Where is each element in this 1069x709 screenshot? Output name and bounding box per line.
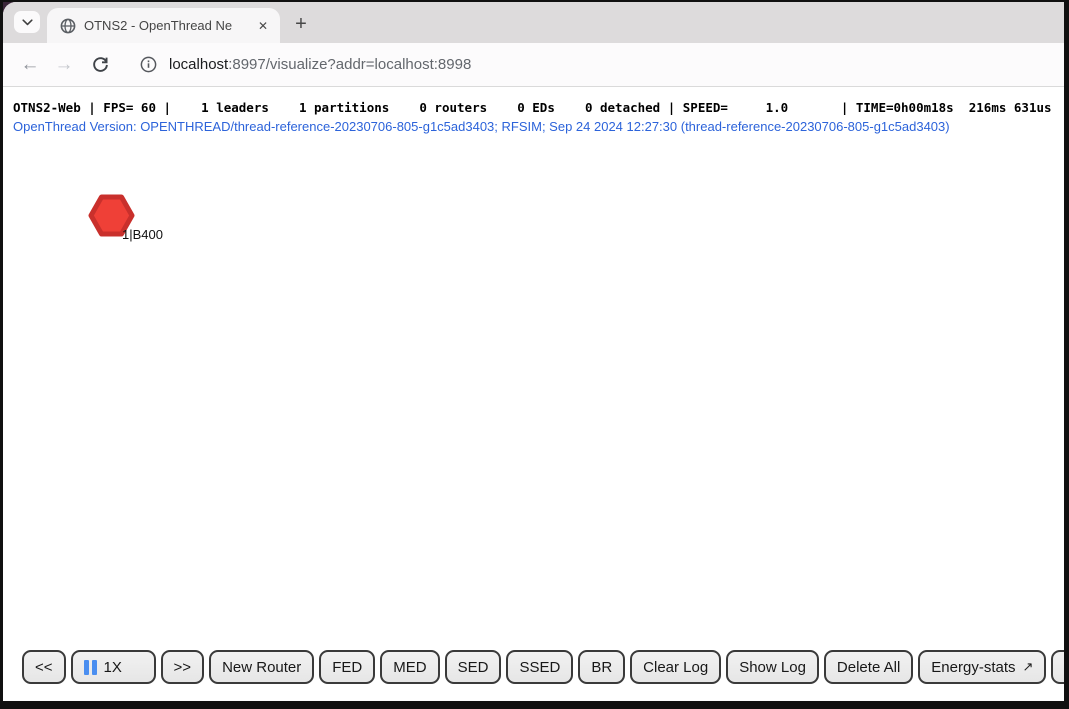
med-button[interactable]: MED bbox=[380, 650, 439, 684]
fed-button[interactable]: FED bbox=[319, 650, 375, 684]
openthread-version-line: OpenThread Version: OPENTHREAD/thread-re… bbox=[13, 119, 950, 134]
clear-log-button[interactable]: Clear Log bbox=[630, 650, 721, 684]
tab-search-button[interactable] bbox=[14, 11, 40, 33]
new-tab-button[interactable]: + bbox=[287, 10, 315, 38]
reload-icon bbox=[92, 56, 109, 73]
address-bar[interactable]: localhost:8997/visualize?addr=localhost:… bbox=[169, 56, 471, 73]
show-log-button[interactable]: Show Log bbox=[726, 650, 819, 684]
node-stats-button[interactable]: Node-stats ↗ bbox=[1051, 650, 1064, 684]
reload-button[interactable] bbox=[83, 48, 117, 82]
speed-pause-button[interactable]: 1X bbox=[71, 650, 156, 684]
rewind-button[interactable]: << bbox=[22, 650, 66, 684]
tab-title: OTNS2 - OpenThread Ne bbox=[84, 18, 254, 33]
node-label: 1|B400 bbox=[122, 227, 163, 242]
browser-toolbar: ← → localhost:8997/visualize?addr=localh… bbox=[3, 43, 1064, 87]
browser-tab-active[interactable]: OTNS2 - OpenThread Ne ✕ bbox=[47, 8, 280, 43]
energy-stats-label: Energy-stats bbox=[931, 659, 1015, 676]
pause-icon bbox=[84, 660, 97, 675]
url-path: :8997/visualize?addr=localhost:8998 bbox=[228, 56, 471, 73]
back-button[interactable]: ← bbox=[13, 48, 47, 82]
ssed-button[interactable]: SSED bbox=[506, 650, 573, 684]
browser-window: OTNS2 - OpenThread Ne ✕ + ← → localhost:… bbox=[3, 2, 1064, 701]
simulation-status-line: OTNS2-Web | FPS= 60 | 1 leaders 1 partit… bbox=[13, 100, 1052, 115]
new-router-button[interactable]: New Router bbox=[209, 650, 314, 684]
delete-all-button[interactable]: Delete All bbox=[824, 650, 913, 684]
tab-strip: OTNS2 - OpenThread Ne ✕ + bbox=[3, 2, 1064, 43]
fast-forward-button[interactable]: >> bbox=[161, 650, 205, 684]
simulator-toolbar: << 1X >> New Router FED MED SED SSED BR … bbox=[22, 650, 1064, 684]
forward-button[interactable]: → bbox=[47, 48, 81, 82]
globe-favicon-icon bbox=[60, 18, 76, 34]
site-info-button[interactable] bbox=[133, 50, 163, 80]
tab-close-icon[interactable]: ✕ bbox=[254, 17, 272, 35]
speed-label: 1X bbox=[104, 659, 122, 676]
external-link-icon: ↗ bbox=[1023, 659, 1034, 675]
sed-button[interactable]: SED bbox=[445, 650, 502, 684]
chevron-down-icon bbox=[22, 19, 33, 26]
otns-visualizer-canvas: OTNS2-Web | FPS= 60 | 1 leaders 1 partit… bbox=[3, 87, 1064, 701]
energy-stats-button[interactable]: Energy-stats ↗ bbox=[918, 650, 1046, 684]
br-button[interactable]: BR bbox=[578, 650, 625, 684]
info-icon bbox=[140, 56, 157, 73]
thread-node-leader[interactable]: 1|B400 bbox=[88, 194, 168, 254]
url-host: localhost bbox=[169, 56, 228, 73]
